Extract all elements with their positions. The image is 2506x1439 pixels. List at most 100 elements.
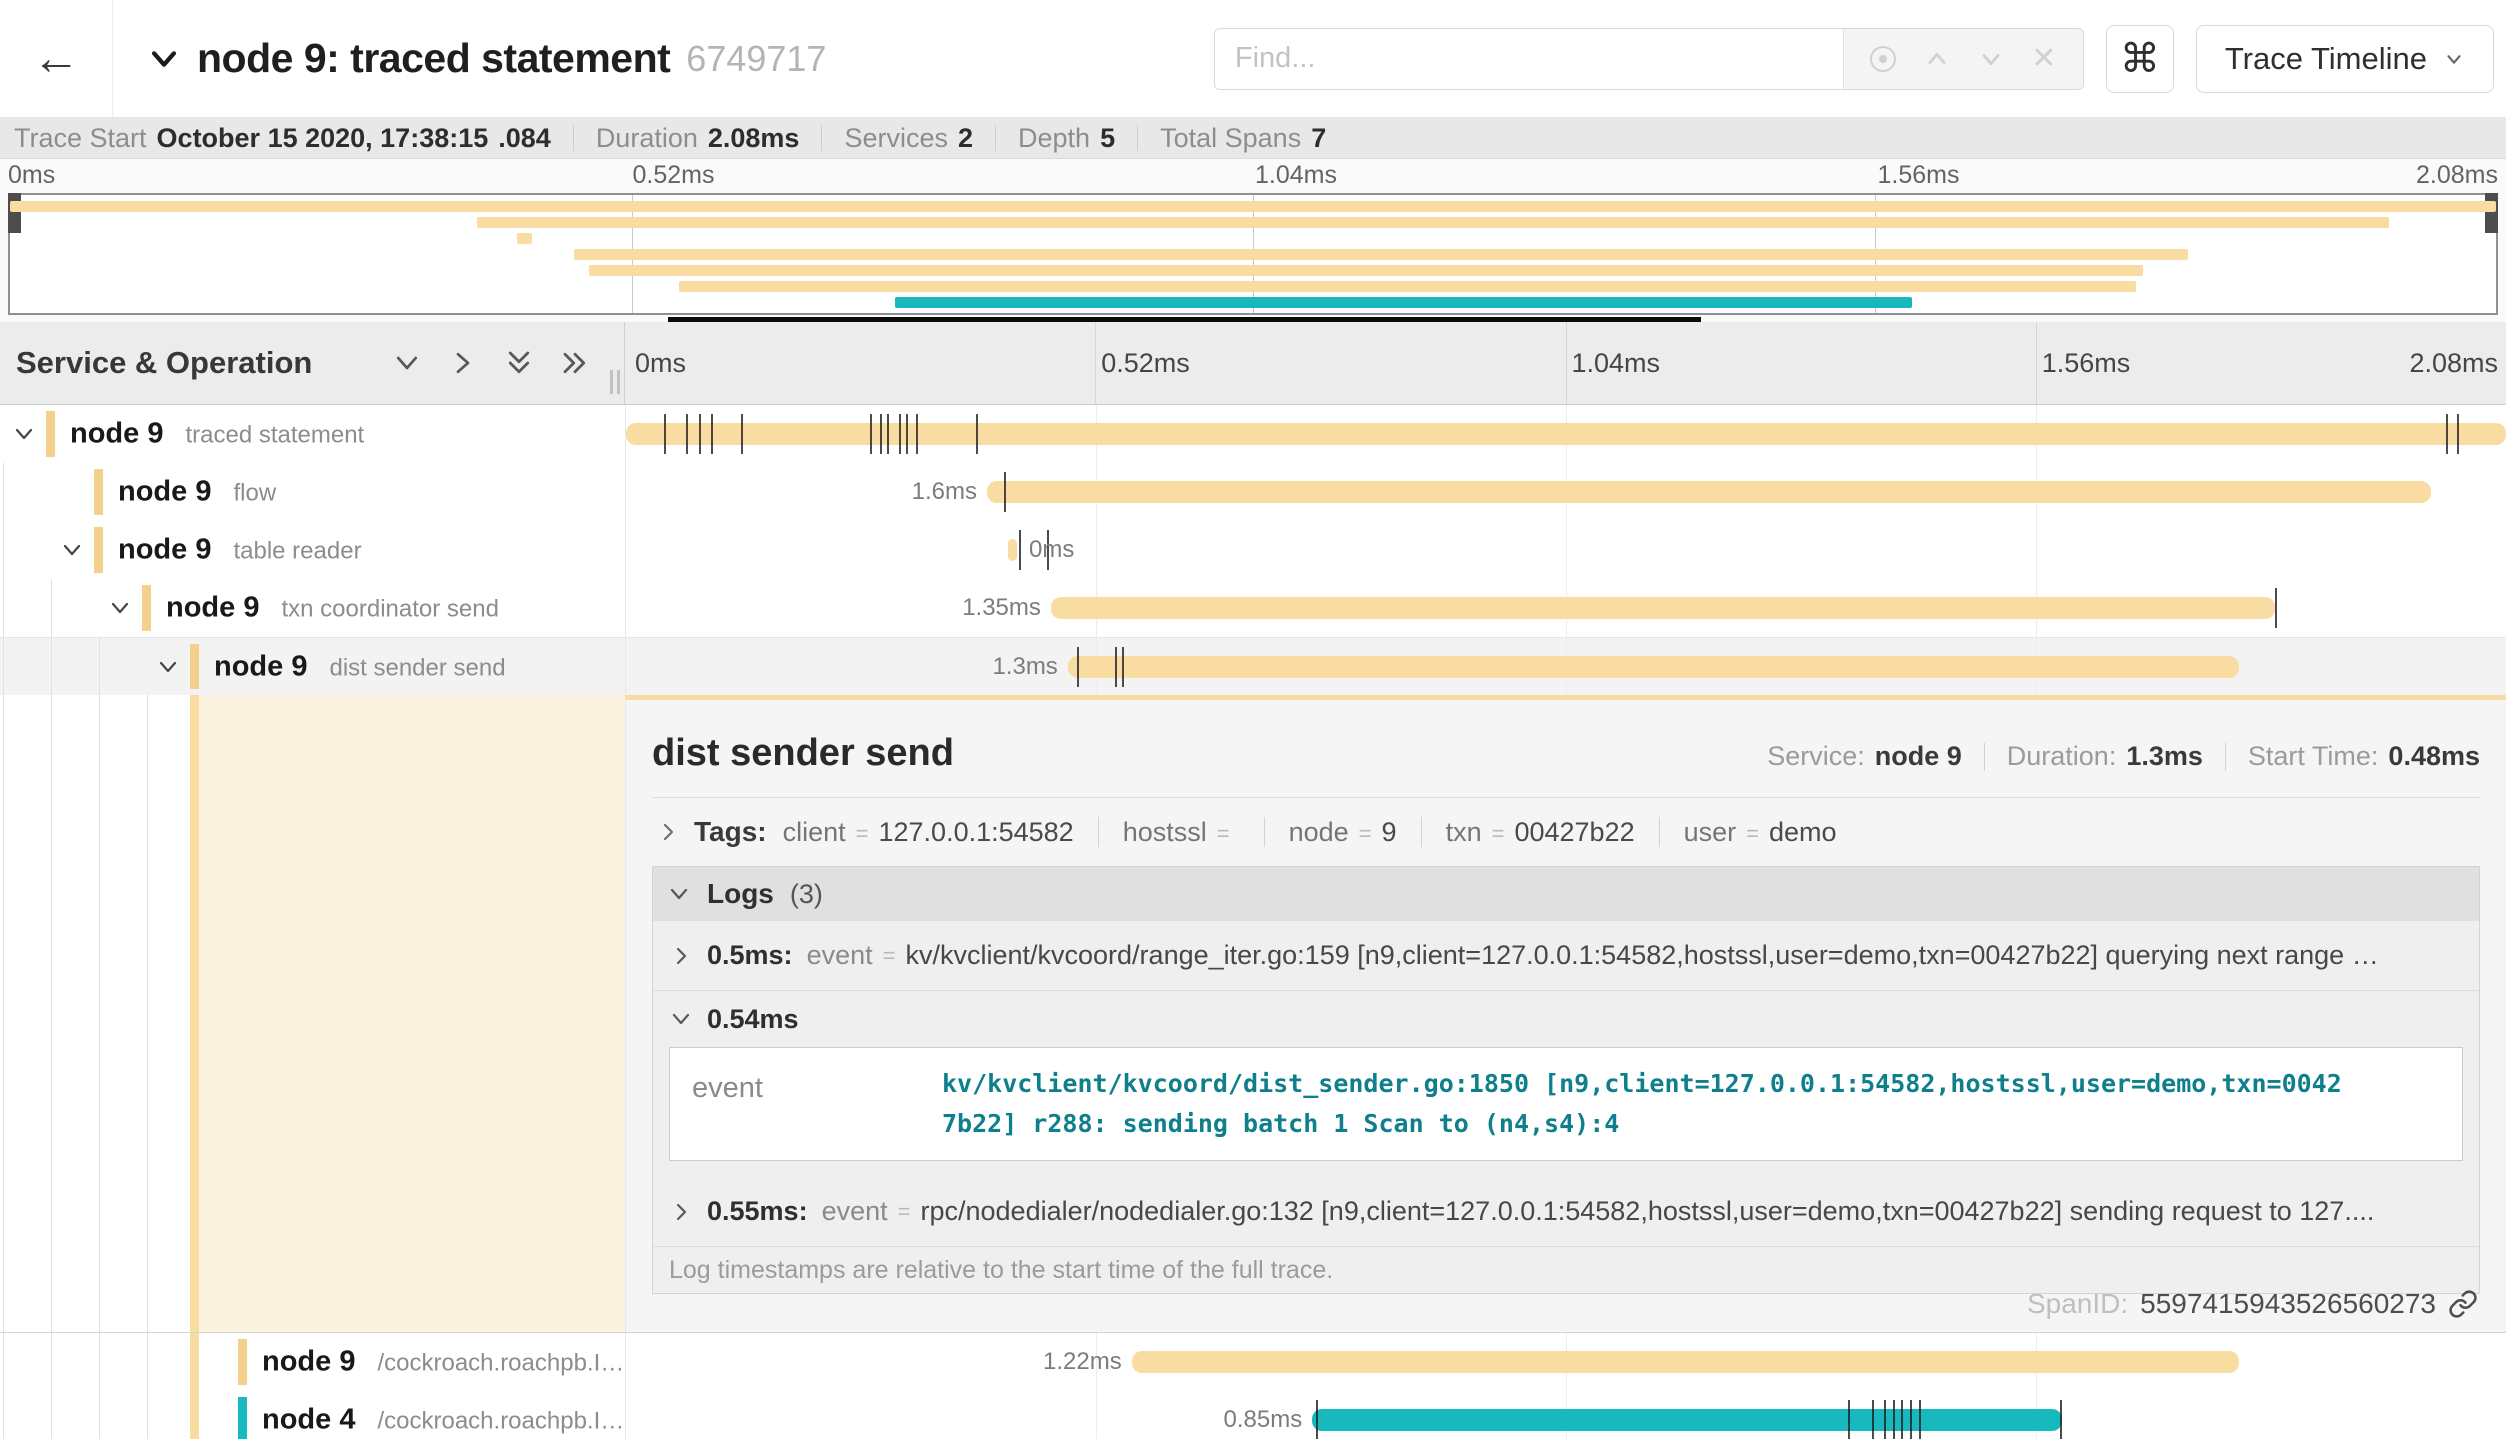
span-name-cell[interactable]: node 9traced statement (0, 405, 625, 463)
collapse-one-icon[interactable] (392, 348, 422, 378)
span-duration-bar[interactable] (1312, 1409, 2062, 1431)
next-match-icon[interactable] (1977, 45, 2005, 73)
minimap-left-drag-handle[interactable] (8, 193, 21, 233)
span-name-cell[interactable]: node 4/cockroach.roachpb.I… (0, 1391, 625, 1439)
span-timeline-cell[interactable]: 0.85ms (625, 1391, 2506, 1439)
span-timeline-cell[interactable]: 1.35ms (625, 579, 2506, 637)
span-timeline-cell[interactable]: 1.22ms (625, 1333, 2506, 1391)
logs-header[interactable]: Logs (3) (653, 867, 2479, 921)
tree-guide-line (99, 1333, 100, 1391)
back-button[interactable]: ← (0, 0, 113, 117)
minimap-span-bar (679, 281, 2136, 292)
minimap-canvas[interactable] (8, 193, 2498, 315)
divider (652, 797, 2480, 798)
view-selector-button[interactable]: Trace Timeline (2196, 25, 2494, 93)
operation-name: dist sender send (329, 654, 505, 681)
tree-guide-line (3, 579, 4, 637)
log-field-key: event (692, 1064, 942, 1144)
prev-match-icon[interactable] (1923, 45, 1951, 73)
summary-value: 2.08ms (708, 123, 800, 153)
tag-item[interactable]: hostssl= (1123, 817, 1240, 848)
summary-label: Trace Start (14, 123, 147, 153)
minimap-span-bar (895, 297, 1912, 308)
span-row[interactable]: node 9dist sender send1.3ms (0, 637, 2506, 695)
span-row[interactable]: node 9txn coordinator send 1.35ms (0, 579, 2506, 637)
span-timeline-cell[interactable]: 1.6ms (625, 463, 2506, 521)
log-marker-tick (711, 414, 713, 454)
log-marker-tick (880, 414, 882, 454)
tag-item[interactable]: txn=00427b22 (1446, 817, 1635, 848)
link-icon[interactable] (2448, 1289, 2478, 1319)
expand-one-icon[interactable] (448, 348, 478, 378)
span-name-cell[interactable]: node 9/cockroach.roachpb.I… (0, 1333, 625, 1391)
span-duration-bar[interactable] (1051, 597, 2275, 619)
span-timeline-cell[interactable]: 0ms (625, 521, 2506, 579)
service-name: node 4/cockroach.roachpb.I… (262, 1404, 624, 1437)
service-color-strip (238, 1339, 247, 1385)
span-name-cell[interactable]: node 9table reader (0, 521, 625, 579)
find-input[interactable] (1215, 29, 1843, 89)
expand-all-icon[interactable] (560, 348, 590, 378)
separator (1098, 817, 1099, 847)
trace-title-area: node 9: traced statement 6749717 (113, 35, 1214, 82)
tag-item[interactable]: node=9 (1289, 817, 1397, 848)
log-row-expanded-header[interactable]: 0.54ms (653, 991, 2479, 1047)
minimap-span-bar (477, 217, 2389, 228)
service-name: node 9flow (118, 476, 276, 509)
chevron-down-icon[interactable] (108, 596, 132, 620)
span-name-cell[interactable]: node 9flow (0, 463, 625, 521)
log-marker-tick (1893, 1400, 1895, 1439)
span-name-cell[interactable]: node 9dist sender send (0, 638, 625, 695)
toolbar: ✕ ⌘ Trace Timeline (1214, 25, 2506, 93)
span-detail-panel: dist sender send Service:node 9Duration:… (625, 695, 2506, 1332)
span-duration-bar[interactable] (1008, 539, 1017, 561)
span-duration-label: 1.35ms (962, 594, 1041, 622)
command-icon: ⌘ (2120, 36, 2160, 82)
equals-sign: = (898, 1199, 911, 1225)
chevron-down-icon[interactable] (60, 538, 84, 562)
span-row[interactable]: node 9traced statement (0, 405, 2506, 463)
tag-value: demo (1769, 817, 1837, 848)
separator (1421, 817, 1422, 847)
span-row[interactable]: node 9flow 1.6ms (0, 463, 2506, 521)
log-marker-tick (2446, 414, 2448, 454)
minimap-right-drag-handle[interactable] (2485, 193, 2498, 233)
chevron-right-icon (669, 944, 693, 968)
timeline-minimap: 0ms0.52ms1.04ms1.56ms2.08ms (0, 159, 2506, 322)
log-row[interactable]: 0.5ms:event=kv/kvclient/kvcoord/range_it… (653, 921, 2479, 991)
span-row[interactable]: node 4/cockroach.roachpb.I…0.85ms (0, 1391, 2506, 1439)
chevron-down-icon[interactable] (12, 422, 36, 446)
tag-key: user (1684, 817, 1737, 848)
chevron-down-icon[interactable] (156, 655, 180, 679)
chevron-down-icon (669, 1007, 693, 1031)
collapse-trace-chevron-icon[interactable] (147, 42, 181, 76)
span-duration-bar[interactable] (1068, 656, 2239, 678)
focus-match-icon[interactable] (1870, 46, 1896, 72)
tag-key: hostssl (1123, 817, 1207, 848)
tag-item[interactable]: client=127.0.0.1:54582 (783, 817, 1074, 848)
clear-search-icon[interactable]: ✕ (2031, 41, 2056, 76)
tag-key: node (1289, 817, 1349, 848)
tag-item[interactable]: user=demo (1684, 817, 1837, 848)
span-row[interactable]: node 9table reader0ms (0, 521, 2506, 579)
span-row[interactable]: node 9/cockroach.roachpb.I…1.22ms (0, 1333, 2506, 1391)
tree-guide-line (51, 695, 52, 1332)
keyboard-shortcuts-button[interactable]: ⌘ (2106, 25, 2174, 93)
timeline-gridline (1095, 322, 1096, 404)
span-duration-bar[interactable] (987, 481, 2431, 503)
span-timeline-cell[interactable]: 1.3ms (625, 638, 2506, 695)
span-timeline-cell[interactable] (625, 405, 2506, 463)
active-tree-guide (190, 1391, 199, 1439)
span-duration-bar[interactable] (1132, 1351, 2239, 1373)
collapse-all-icon[interactable] (504, 348, 534, 378)
log-timestamp: 0.5ms: (707, 940, 793, 971)
log-row[interactable]: 0.55ms:event=rpc/nodedialer/nodedialer.g… (653, 1177, 2479, 1247)
tree-guide-line (51, 638, 52, 695)
log-marker-tick (1077, 647, 1079, 687)
log-marker-tick (2457, 414, 2459, 454)
tree-guide-line (99, 695, 100, 1332)
timeline-tick-label: 1.56ms (2042, 348, 2131, 379)
tags-row[interactable]: Tags: client=127.0.0.1:54582hostssl=node… (652, 816, 2480, 848)
span-name-cell[interactable]: node 9txn coordinator send (0, 579, 625, 637)
column-resize-grip[interactable] (610, 370, 620, 394)
